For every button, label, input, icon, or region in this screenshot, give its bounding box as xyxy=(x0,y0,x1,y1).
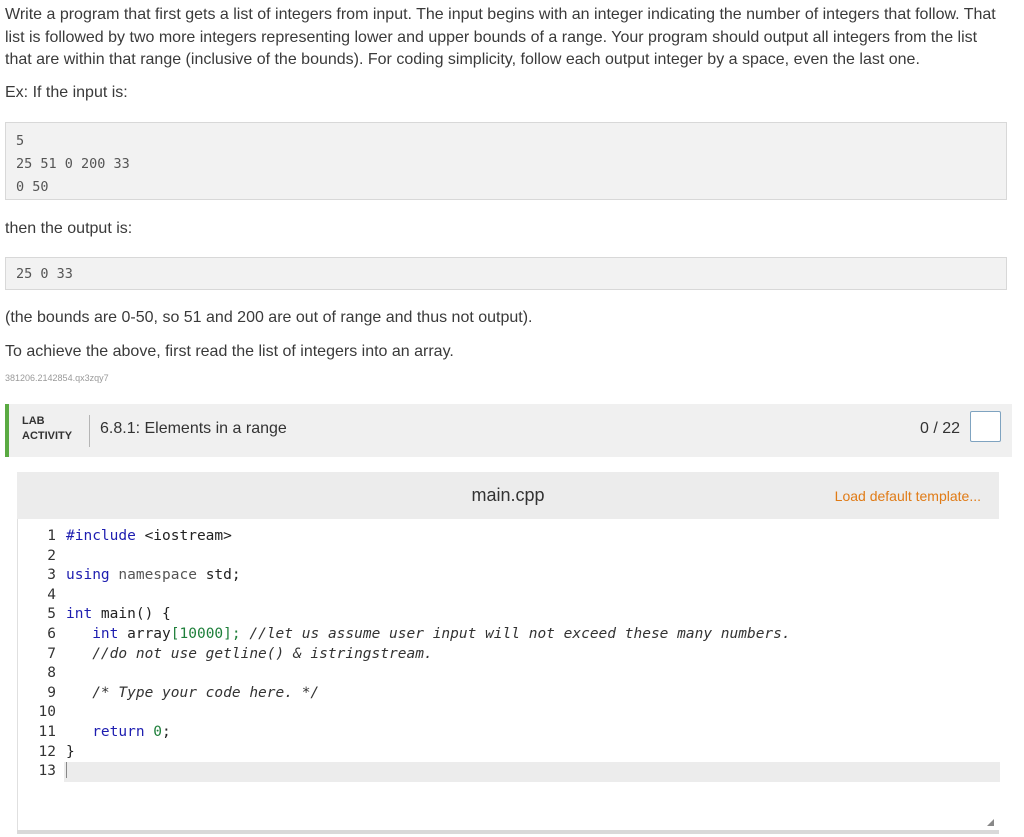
code-token: ]; xyxy=(223,625,241,642)
code-token: int xyxy=(66,606,93,623)
line-number: 9 xyxy=(47,684,56,701)
bounds-note: (the bounds are 0-50, so 51 and 200 are … xyxy=(5,309,533,326)
code-token: int xyxy=(66,625,119,642)
code-line: using namespace std; xyxy=(66,566,1000,586)
header-divider xyxy=(89,415,90,447)
line-number: 6 xyxy=(47,625,56,642)
problem-description: Write a program that first gets a list o… xyxy=(5,6,996,68)
editor-toolbar: main.cpp Load default template... xyxy=(17,472,999,519)
code-token: ; xyxy=(162,723,171,740)
code-comment: //do not use getline() & istringstream. xyxy=(66,645,433,662)
lab-score: 0 / 22 xyxy=(919,420,960,437)
code-line: int main() { xyxy=(66,605,1000,625)
line-number: 4 xyxy=(47,586,56,603)
example-output-box: 25 0 33 xyxy=(5,257,1007,290)
example-input-box: 5 25 51 0 200 33 0 50 xyxy=(5,122,1007,200)
editor-bottom-border xyxy=(17,830,999,834)
code-comment: /* Type your code here. */ xyxy=(66,684,320,701)
code-line: //do not use getline() & istringstream. xyxy=(66,645,1000,665)
instruction-text: To achieve the above, first read the lis… xyxy=(5,343,454,360)
code-token: array xyxy=(118,625,171,642)
code-line: return 0; xyxy=(66,723,1000,743)
line-number: 8 xyxy=(47,665,56,682)
code-text-area[interactable]: 1 2 3 4 5 6 7 8 9 10 11 12 13 #include <… xyxy=(17,519,1000,830)
line-number: 13 xyxy=(38,763,56,780)
code-editor: main.cpp Load default template... 1 2 3 … xyxy=(17,472,1000,830)
code-comment: //let us assume user input will not exce… xyxy=(240,625,791,642)
code-line: #include <iostream> xyxy=(66,527,1000,547)
load-default-template-link[interactable]: Load default template... xyxy=(835,488,981,504)
line-number: 11 xyxy=(38,723,56,740)
example-input-line: 25 51 0 200 33 xyxy=(16,156,130,172)
lab-tag-line: ACTIVITY xyxy=(22,430,73,442)
line-number-gutter: 1 2 3 4 5 6 7 8 9 10 11 12 13 xyxy=(18,527,58,782)
example-output-line: 25 0 33 xyxy=(16,266,73,282)
resize-handle-icon[interactable] xyxy=(987,819,994,826)
code-token: std; xyxy=(196,567,241,584)
code-line: int array[10000]; //let us assume user i… xyxy=(66,625,1000,645)
line-number: 2 xyxy=(47,547,56,564)
code-token: } xyxy=(66,743,75,760)
lab-activity-header: LAB ACTIVITY 6.8.1: Elements in a range … xyxy=(5,404,1012,457)
example-input-line: 5 xyxy=(16,133,25,149)
example-input-line: 0 50 xyxy=(16,179,49,195)
lab-title: 6.8.1: Elements in a range xyxy=(100,420,287,437)
code-token: [ xyxy=(170,625,180,642)
line-number: 7 xyxy=(47,645,56,662)
code-lines[interactable]: #include <iostream> using namespace std;… xyxy=(64,527,1000,782)
line-number: 12 xyxy=(38,743,56,760)
code-token: main() { xyxy=(92,606,171,623)
code-line-active[interactable] xyxy=(64,762,1000,782)
line-number: 10 xyxy=(38,704,56,721)
code-token: 10000 xyxy=(179,625,224,642)
text-cursor xyxy=(66,762,67,779)
code-token: using xyxy=(66,567,110,584)
code-token: return xyxy=(66,723,145,740)
output-intro: then the output is: xyxy=(5,220,133,237)
line-number: 1 xyxy=(47,528,56,544)
code-token: #include xyxy=(66,528,136,544)
lab-tag-line: LAB xyxy=(22,415,45,427)
code-token: <iostream> xyxy=(135,528,232,544)
activity-id: 381206.2142854.qx3zqy7 xyxy=(5,373,109,383)
code-line: /* Type your code here. */ xyxy=(66,684,1000,704)
code-line: } xyxy=(66,743,1000,763)
example-intro: Ex: If the input is: xyxy=(5,84,128,101)
line-number: 5 xyxy=(47,606,56,623)
lab-activity-tag: LAB ACTIVITY xyxy=(22,414,72,444)
completion-checkbox-icon xyxy=(970,411,1001,442)
line-number: 3 xyxy=(47,567,56,584)
code-token: namespace xyxy=(109,567,197,584)
code-token: 0 xyxy=(144,723,163,740)
